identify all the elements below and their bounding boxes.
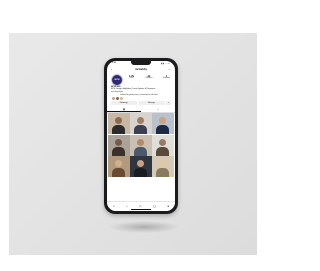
- person-head: [115, 117, 122, 124]
- stat-following[interactable]: 1 Following: [161, 75, 172, 79]
- tab-grid[interactable]: ▦: [107, 108, 141, 112]
- stat-following-label: Following: [163, 78, 170, 79]
- home-icon[interactable]: ⌂: [113, 202, 115, 208]
- bio-line: MCW Designs Highlights | Latest Updates …: [111, 88, 147, 91]
- profile-stats: 1.2k Posts 4k Followers 1 Following: [126, 75, 172, 79]
- post-thumbnail[interactable]: [108, 156, 130, 177]
- person-body: [156, 168, 169, 177]
- reels-icon[interactable]: ▷: [140, 202, 142, 208]
- person-head: [115, 160, 122, 167]
- person-body: [134, 125, 147, 134]
- avatar[interactable]: MCW: [111, 74, 123, 86]
- person-head: [115, 138, 122, 146]
- profile-header: ‹ mcwebby ⋯: [107, 67, 175, 72]
- profile-username: mcwebby: [135, 67, 147, 71]
- post-thumbnail[interactable]: [152, 156, 174, 177]
- stat-followers-label: Followers: [145, 78, 153, 79]
- suggest-button[interactable]: ▾: [166, 101, 171, 105]
- person-body: [156, 125, 169, 134]
- search-icon[interactable]: ⌕: [126, 202, 128, 208]
- phone-mockup: 9:41 ▮▮ ◔ ▭ ‹ mcwebby ⋯ MCW 1.2k Posts 4…: [104, 58, 178, 214]
- following-button[interactable]: Following ▾: [111, 101, 137, 105]
- post-grid: [108, 113, 174, 177]
- stat-posts[interactable]: 1.2k Posts: [126, 75, 137, 79]
- stat-posts-label: Posts: [129, 78, 134, 79]
- person-head: [159, 117, 166, 124]
- person-body: [112, 168, 125, 177]
- phone-shadow: [108, 221, 180, 233]
- status-icons: ▮▮ ◔ ▭: [161, 63, 170, 65]
- more-options-icon[interactable]: ⋯: [168, 67, 171, 71]
- person-body: [134, 168, 147, 177]
- status-time: 9:41: [112, 62, 117, 64]
- profile-actions: Following ▾ Message ▾: [111, 101, 171, 105]
- home-indicator: [131, 208, 151, 210]
- followed-by-text: Followed by quality.sweep, crowsnotspace…: [120, 95, 158, 97]
- person-body: [156, 146, 169, 156]
- bio-line: Resources: [146, 88, 156, 91]
- person-head: [137, 117, 144, 124]
- post-thumbnail[interactable]: [152, 113, 174, 134]
- stat-followers[interactable]: 4k Followers: [144, 75, 155, 79]
- post-thumbnail[interactable]: [152, 134, 174, 156]
- post-thumbnail[interactable]: [130, 134, 152, 156]
- followed-by[interactable]: Followed by quality.sweep, crowsnotspace…: [111, 95, 171, 101]
- person-body: [112, 125, 125, 134]
- person-head: [159, 160, 166, 167]
- person-head: [137, 160, 144, 167]
- profile-icon[interactable]: ●: [167, 202, 169, 208]
- bottom-nav: ⌂ ⌕ ▷ ◻ ●: [107, 201, 175, 211]
- message-button[interactable]: Message: [138, 101, 165, 105]
- bio-link[interactable]: mcw.dsgn/links: [111, 91, 171, 93]
- person-head: [159, 138, 166, 146]
- shop-icon[interactable]: ◻: [153, 202, 155, 208]
- post-thumbnail[interactable]: [130, 113, 152, 134]
- post-thumbnail[interactable]: [130, 156, 152, 177]
- post-thumbnail[interactable]: [108, 113, 130, 134]
- post-thumbnail[interactable]: [108, 134, 130, 156]
- tab-tagged[interactable]: ◻: [141, 108, 175, 112]
- person-head: [137, 138, 144, 146]
- person-body: [112, 146, 125, 156]
- phone-notch: [131, 61, 151, 65]
- person-body: [134, 146, 147, 156]
- profile-bio: MCW Web MCW Designs Highlights | Latest …: [111, 86, 171, 93]
- phone-screen: 9:41 ▮▮ ◔ ▭ ‹ mcwebby ⋯ MCW 1.2k Posts 4…: [107, 61, 175, 211]
